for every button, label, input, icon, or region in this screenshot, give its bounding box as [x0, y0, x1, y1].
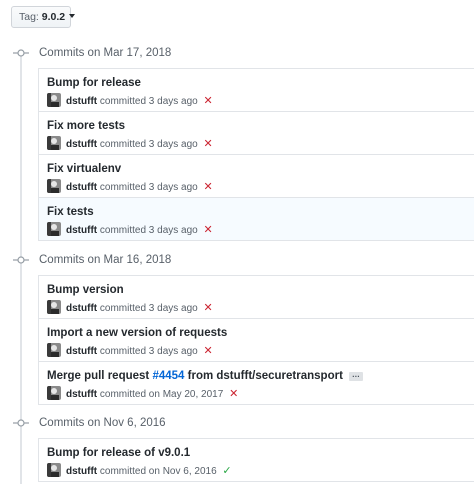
commit-action: committed	[99, 303, 147, 314]
commit-time: 3 days ago	[148, 346, 198, 357]
commit-title: Merge pull request #4454 from dstufft/se…	[47, 369, 363, 383]
commit-title-link[interactable]: Import a new version of requests	[47, 326, 227, 340]
pull-request-link[interactable]: #4454	[152, 370, 184, 382]
commit-time: Nov 6, 2016	[162, 466, 217, 477]
avatar[interactable]	[47, 463, 61, 477]
commit-time: 3 days ago	[148, 96, 198, 107]
commit-action: committed	[99, 225, 147, 236]
commit-time: May 20, 2017	[162, 389, 224, 400]
commit-title-link[interactable]: from dstufft/securetransport	[188, 370, 343, 382]
caret-down-icon	[69, 14, 76, 18]
commit-list: Bump for release dstufft committed 3 day…	[38, 68, 474, 241]
commit-list: Bump for release of v9.0.1 dstufft commi…	[38, 438, 474, 482]
commit-row: Import a new version of requests dstufft…	[39, 319, 474, 362]
author-link[interactable]: dstufft	[66, 182, 97, 193]
tag-value: 9.0.2	[41, 11, 66, 23]
commit-action: committed	[99, 182, 147, 193]
avatar[interactable]	[47, 386, 61, 400]
commit-time: 3 days ago	[148, 303, 198, 314]
commit-time: 3 days ago	[148, 182, 198, 193]
author-link[interactable]: dstufft	[66, 389, 97, 400]
expand-message-button[interactable]: …	[348, 371, 363, 381]
commit-title-link[interactable]: Fix more tests	[47, 119, 125, 133]
author-link[interactable]: dstufft	[66, 225, 97, 236]
failure-x-icon[interactable]: ✕	[204, 302, 213, 314]
failure-x-icon[interactable]: ✕	[204, 138, 213, 150]
commit-row: Fix virtualenv dstufft committed 3 days …	[39, 155, 474, 198]
avatar[interactable]	[47, 136, 61, 150]
group-date: Commits on Nov 6, 2016	[39, 417, 166, 429]
commit-group-header: Commits on Nov 6, 2016	[0, 416, 474, 430]
commit-row: Merge pull request #4454 from dstufft/se…	[39, 362, 474, 405]
author-link[interactable]: dstufft	[66, 303, 97, 314]
avatar[interactable]	[47, 222, 61, 236]
commit-row: Bump for release dstufft committed 3 day…	[39, 69, 474, 112]
commit-action: committed	[99, 139, 147, 150]
avatar[interactable]	[47, 343, 61, 357]
commit-time: 3 days ago	[148, 139, 198, 150]
commit-group-header: Commits on Mar 17, 2018	[0, 46, 474, 60]
failure-x-icon[interactable]: ✕	[204, 345, 213, 357]
author-link[interactable]: dstufft	[66, 346, 97, 357]
avatar[interactable]	[47, 179, 61, 193]
commit-title-link[interactable]: Merge pull request	[47, 370, 149, 382]
commit-row: Fix more tests dstufft committed 3 days …	[39, 112, 474, 155]
author-link[interactable]: dstufft	[66, 466, 97, 477]
commit-action: committed on	[99, 466, 160, 477]
commit-row: Fix tests dstufft committed 3 days ago ✕	[39, 198, 474, 241]
author-link[interactable]: dstufft	[66, 96, 97, 107]
commit-title-link[interactable]: Bump version	[47, 283, 124, 297]
tag-prefix: Tag:	[19, 11, 39, 23]
commit-time: 3 days ago	[148, 225, 198, 236]
commit-row: Bump version dstufft committed 3 days ag…	[39, 276, 474, 319]
commit-title-link[interactable]: Bump for release of v9.0.1	[47, 446, 190, 460]
commit-list: Bump version dstufft committed 3 days ag…	[38, 275, 474, 405]
avatar[interactable]	[47, 300, 61, 314]
commit-title-link[interactable]: Fix virtualenv	[47, 162, 121, 176]
commit-icon	[13, 49, 29, 57]
tag-selector-button[interactable]: Tag: 9.0.2	[11, 6, 76, 28]
commit-title-link[interactable]: Bump for release	[47, 76, 141, 90]
group-date: Commits on Mar 16, 2018	[39, 254, 172, 266]
commit-action: committed	[99, 96, 147, 107]
group-date: Commits on Mar 17, 2018	[39, 47, 172, 59]
author-link[interactable]: dstufft	[66, 139, 97, 150]
success-check-icon[interactable]: ✓	[222, 465, 231, 477]
avatar[interactable]	[47, 93, 61, 107]
commit-action: committed	[99, 346, 147, 357]
commit-title-link[interactable]: Fix tests	[47, 205, 94, 219]
commit-group-header: Commits on Mar 16, 2018	[0, 253, 474, 267]
failure-x-icon[interactable]: ✕	[229, 388, 238, 400]
commit-row: Bump for release of v9.0.1 dstufft commi…	[39, 439, 474, 482]
commit-action: committed on	[99, 389, 160, 400]
failure-x-icon[interactable]: ✕	[204, 224, 213, 236]
failure-x-icon[interactable]: ✕	[204, 181, 213, 193]
failure-x-icon[interactable]: ✕	[204, 95, 213, 107]
commit-icon	[13, 256, 29, 264]
commit-icon	[13, 419, 29, 427]
